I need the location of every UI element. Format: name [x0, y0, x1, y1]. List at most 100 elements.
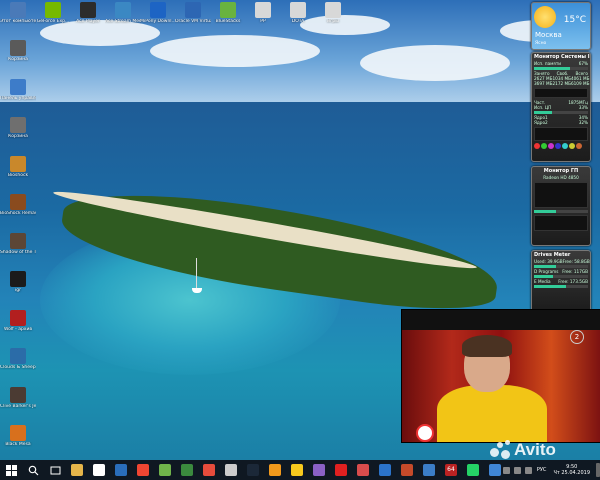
taskbar-app-chrome[interactable]	[176, 460, 198, 480]
volume-icon[interactable]	[524, 466, 532, 474]
memory-bar	[534, 67, 588, 70]
search-button[interactable]	[22, 460, 44, 480]
virtualbox-icon	[185, 2, 201, 18]
network-icon[interactable]	[513, 466, 521, 474]
computer-icon	[10, 2, 26, 18]
taskbar-app-yandex-browser[interactable]	[88, 460, 110, 480]
desktop-icon-label: PP	[260, 19, 266, 24]
weather-gadget[interactable]: 15°C Москва Ясно	[531, 2, 591, 50]
desktop-icon-folder-dota[interactable]: DOTA	[280, 2, 316, 24]
desktop-icon-label: Этот компьютер	[0, 19, 36, 24]
paint-icon	[357, 464, 369, 476]
taskbar-app-internet-explorer[interactable]	[374, 460, 396, 480]
desktop-icon-label: Ace Player	[76, 19, 100, 24]
chevron-up-icon[interactable]	[502, 466, 510, 474]
desktop-icon-label: Корзина	[8, 134, 28, 139]
taskbar-app-yandex[interactable]	[132, 460, 154, 480]
drives-meter-gadget[interactable]: Drives Meter Used: 39.9GB Free: 58.8GB D P…	[531, 250, 591, 312]
weather-city: Москва	[535, 31, 562, 39]
desktop-icon-clive[interactable]: Clive Barker's Jericho	[0, 386, 36, 409]
control-panel-icon	[10, 78, 26, 95]
desktop-icon-label: Wolf - архив	[3, 326, 33, 332]
system-monitor-title: Монитор Системы II	[534, 54, 591, 60]
mipony-icon	[150, 2, 166, 18]
desktop-icon-folder-igry[interactable]: игры	[315, 2, 351, 24]
desktop-icon-virtualbox[interactable]: Oracle VM VirtualBox	[175, 2, 211, 24]
desktop-icon-label: Ace Stream Media Center	[105, 19, 141, 24]
desktop-icon-folder-pp[interactable]: PP	[245, 2, 281, 24]
desktop-icon-bioshock-remastered[interactable]: BioShock Remastered	[0, 194, 36, 216]
task-view-button[interactable]	[44, 460, 66, 480]
desktop-icon-label: Black Mesa	[5, 442, 31, 447]
folder-igry-icon	[325, 2, 341, 18]
clock[interactable]: 9:50 Чт 25.04.2019	[553, 464, 590, 476]
user-icon	[489, 464, 501, 476]
desktop-icon-recycle[interactable]: Корзина	[0, 40, 36, 62]
desktop-icon-shadow[interactable]: Shadow of the Tomb Raider	[0, 232, 36, 255]
avito-logo-icon	[490, 440, 512, 460]
media-icon	[203, 464, 215, 476]
record-icon[interactable]	[416, 424, 434, 442]
desktop-icon-label: Корзина	[8, 57, 28, 62]
internet-explorer-icon	[379, 464, 391, 476]
video-player-window[interactable]: 2	[401, 309, 600, 443]
taskbar-app-aimp[interactable]	[286, 460, 308, 480]
start-button[interactable]	[0, 460, 22, 480]
language-indicator[interactable]: РУС	[537, 467, 547, 473]
system-monitor-gadget[interactable]: Монитор Системы II Исп. памяти 67% Занято…	[531, 52, 591, 162]
desktop-icon-wolfenstein[interactable]: Wolf - архив	[0, 309, 36, 332]
desktop-icon-trash[interactable]: Корзина	[0, 117, 36, 139]
show-desktop-button[interactable]	[596, 463, 600, 477]
sysmon-buttons[interactable]	[534, 143, 588, 149]
taskbar-app-save[interactable]	[418, 460, 440, 480]
acrobat-icon	[335, 464, 347, 476]
desktop-icon-label: Панель управления	[0, 95, 36, 101]
gpu-name: Radeon HD 4850	[543, 175, 579, 180]
clock-date: Чт 25.04.2019	[553, 470, 590, 476]
taskbar-app-media[interactable]	[198, 460, 220, 480]
desktop-icon-ghost[interactable]: igr	[0, 271, 36, 293]
aceplayer-icon	[80, 2, 96, 18]
cpu-value: 33%	[578, 105, 588, 110]
trash-icon	[10, 117, 26, 133]
desktop-icon-computer[interactable]: Этот компьютер	[0, 2, 36, 24]
gpu-monitor-gadget[interactable]: Монитор ГП Radeon HD 4850	[531, 166, 591, 246]
gpu-bar	[534, 210, 588, 213]
clouds-icon	[10, 348, 26, 364]
desktop-icon-geforce[interactable]: GeForce Exp...	[35, 2, 71, 24]
cpu-bar	[534, 111, 588, 114]
acestream-icon	[115, 2, 131, 18]
taskbar-app-visual-studio[interactable]	[308, 460, 330, 480]
drive-usage-bar	[534, 265, 588, 268]
desktop-icon-label: Clouds & Sheep 2	[0, 365, 36, 370]
desktop-icon-label: GeForce Exp...	[36, 19, 70, 24]
desktop-icon-clouds[interactable]: Clouds & Sheep 2	[0, 348, 36, 370]
search-icon	[28, 465, 38, 475]
taskbar-app-store[interactable]	[110, 460, 132, 480]
blackmesa-icon	[10, 425, 26, 441]
taskbar-app-counter[interactable]: 64	[440, 460, 462, 480]
taskbar-app-vlc[interactable]	[264, 460, 286, 480]
taskbar-app-steam[interactable]	[242, 460, 264, 480]
desktop-icon-aceplayer[interactable]: Ace Player	[70, 2, 106, 24]
camera-icon	[225, 464, 237, 476]
aimp-icon	[291, 464, 303, 476]
recycle-icon	[10, 40, 26, 56]
sysmon-icon	[401, 464, 413, 476]
taskbar-app-file-explorer[interactable]	[66, 460, 88, 480]
desktop-icon-mipony[interactable]: MiPony Downl...	[140, 2, 176, 24]
taskbar-app-acrobat[interactable]	[330, 460, 352, 480]
folder-pp-icon	[255, 2, 271, 18]
desktop-icon-bluestacks[interactable]: BlueStacks	[210, 2, 246, 24]
channel-logo: 2	[570, 330, 584, 344]
taskbar-app-sysmon[interactable]	[396, 460, 418, 480]
taskbar-apps: 64	[66, 460, 506, 480]
taskbar-app-utorrent[interactable]	[154, 460, 176, 480]
desktop-icon-control-panel[interactable]: Панель управления	[0, 78, 36, 101]
taskbar-app-paint[interactable]	[352, 460, 374, 480]
desktop-icon-blackmesa[interactable]: Black Mesa	[0, 425, 36, 447]
taskbar-app-camera[interactable]	[220, 460, 242, 480]
desktop-icon-bioshock[interactable]: Bioshock	[0, 155, 36, 178]
desktop-icon-acestream[interactable]: Ace Stream Media Center	[105, 2, 141, 24]
taskbar-app-whatsapp[interactable]	[462, 460, 484, 480]
